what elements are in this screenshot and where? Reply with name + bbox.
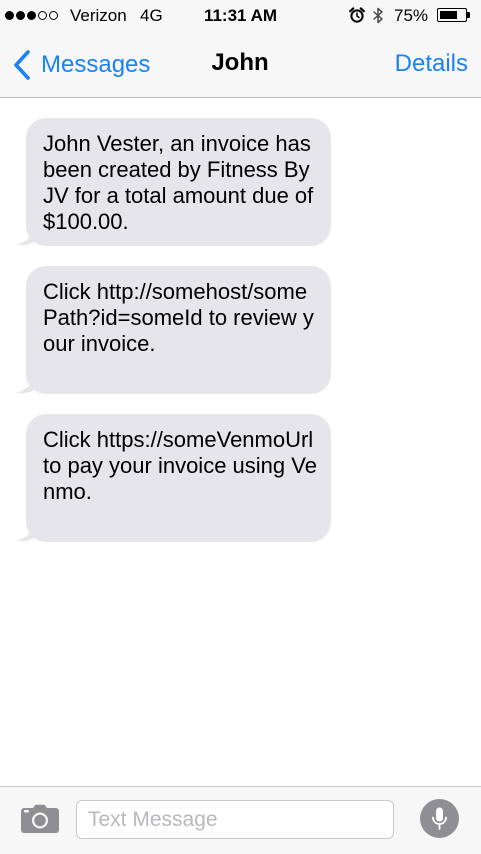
text-message-input[interactable] [76,800,394,839]
message-input-bar [0,786,481,854]
camera-icon[interactable] [20,804,60,834]
incoming-message-bubble[interactable]: Click https://someVenmoUrl to pay your i… [26,414,331,542]
message-thread[interactable]: John Vester, an invoice has been created… [0,98,481,786]
conversation-title: John [211,49,269,76]
details-button[interactable]: Details [395,50,468,78]
status-bar: Verizon 4G 11:31 AM 75% [0,0,481,32]
navigation-bar: Messages John Details [0,32,481,98]
battery-tip [467,12,470,18]
microphone-icon [432,807,447,830]
microphone-button[interactable] [420,799,459,838]
battery-icon [437,8,467,22]
chevron-left-icon [14,50,30,80]
back-button[interactable]: Messages [12,48,150,82]
alarm-clock-icon [349,7,365,23]
battery-fill [440,11,458,19]
battery-percentage: 75% [394,6,429,25]
messages-screen: Verizon 4G 11:31 AM 75% Messages John De… [0,0,481,854]
back-button-label: Messages [41,51,151,78]
incoming-message-bubble[interactable]: Click http://somehost/somePath?id=someId… [26,266,331,394]
incoming-message-bubble[interactable]: John Vester, an invoice has been created… [26,118,331,246]
bluetooth-icon [373,7,383,24]
